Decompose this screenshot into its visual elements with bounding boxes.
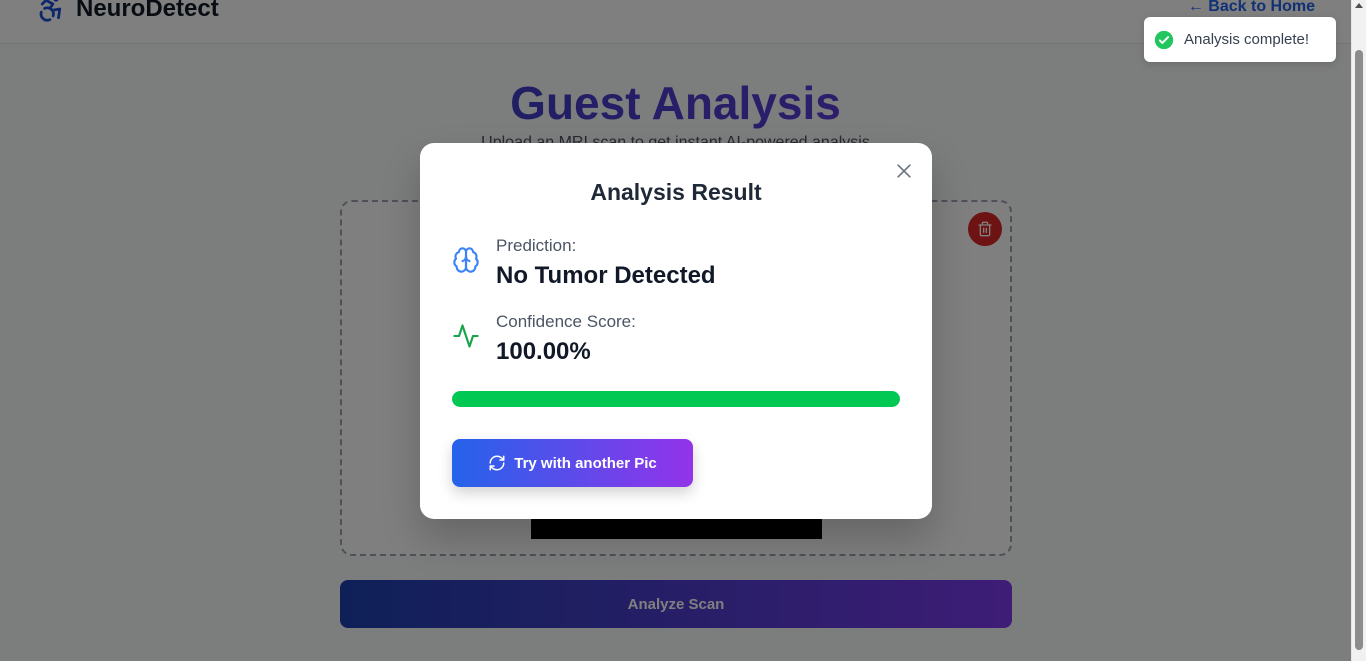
page-scrollbar[interactable] (1351, 0, 1366, 661)
activity-icon (453, 324, 479, 348)
scroll-up-arrow[interactable] (1355, 3, 1363, 8)
confidence-row: Confidence Score: 100.00% (452, 312, 636, 366)
refresh-icon (489, 455, 505, 471)
modal-title: Analysis Result (590, 179, 762, 205)
prediction-label: Prediction: (496, 236, 577, 255)
confidence-progress-fill (452, 391, 900, 407)
modal-close-button[interactable] (894, 161, 914, 181)
analysis-result-modal: Analysis Result Prediction: No Tumor Det… (420, 143, 932, 519)
try-another-pic-button[interactable]: Try with another Pic (452, 439, 693, 487)
confidence-progress-bar (452, 391, 900, 407)
confidence-label: Confidence Score: (496, 312, 636, 331)
toast-message: Analysis complete! (1184, 31, 1310, 48)
check-circle-icon (1154, 30, 1174, 49)
scroll-thumb[interactable] (1355, 50, 1363, 650)
toast-notification[interactable]: Analysis complete! (1144, 17, 1336, 62)
try-another-pic-label: Try with another Pic (514, 454, 657, 472)
brain-icon (453, 247, 479, 273)
prediction-value: No Tumor Detected (496, 262, 716, 289)
confidence-value: 100.00% (496, 338, 591, 365)
prediction-row: Prediction: No Tumor Detected (452, 236, 716, 290)
close-icon (897, 164, 911, 178)
